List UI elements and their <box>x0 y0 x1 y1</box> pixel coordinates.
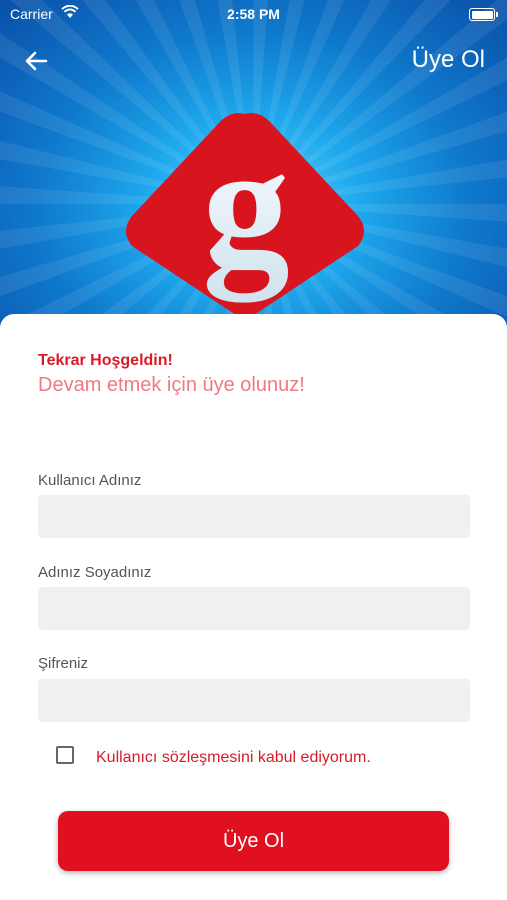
fullname-input[interactable] <box>38 587 470 630</box>
status-time: 2:58 PM <box>227 6 280 22</box>
hero-header: g Carrier 2:58 PM Üye Ol <box>0 0 507 340</box>
brand-logo: g <box>126 108 364 316</box>
password-label: Şifreniz <box>38 655 89 672</box>
password-input[interactable] <box>38 679 470 722</box>
arrow-left-icon[interactable] <box>22 46 52 76</box>
logo-letter: g <box>202 108 290 303</box>
welcome-heading: Tekrar Hoşgeldin! <box>38 352 173 369</box>
username-input[interactable] <box>38 495 470 538</box>
status-bar: Carrier 2:58 PM <box>0 0 507 28</box>
username-label: Kullanıcı Adınız <box>38 472 142 489</box>
register-button[interactable]: Üye Ol <box>58 811 449 871</box>
battery-icon <box>469 8 498 21</box>
agreement-checkbox[interactable] <box>56 746 74 764</box>
agreement-label[interactable]: Kullanıcı sözleşmesini kabul ediyorum. <box>96 749 371 767</box>
fullname-label: Adınız Soyadınız <box>38 564 152 581</box>
agreement-row <box>56 746 74 764</box>
nav-title: Üye Ol <box>411 46 485 73</box>
welcome-subtitle: Devam etmek için üye olunuz! <box>38 374 305 396</box>
